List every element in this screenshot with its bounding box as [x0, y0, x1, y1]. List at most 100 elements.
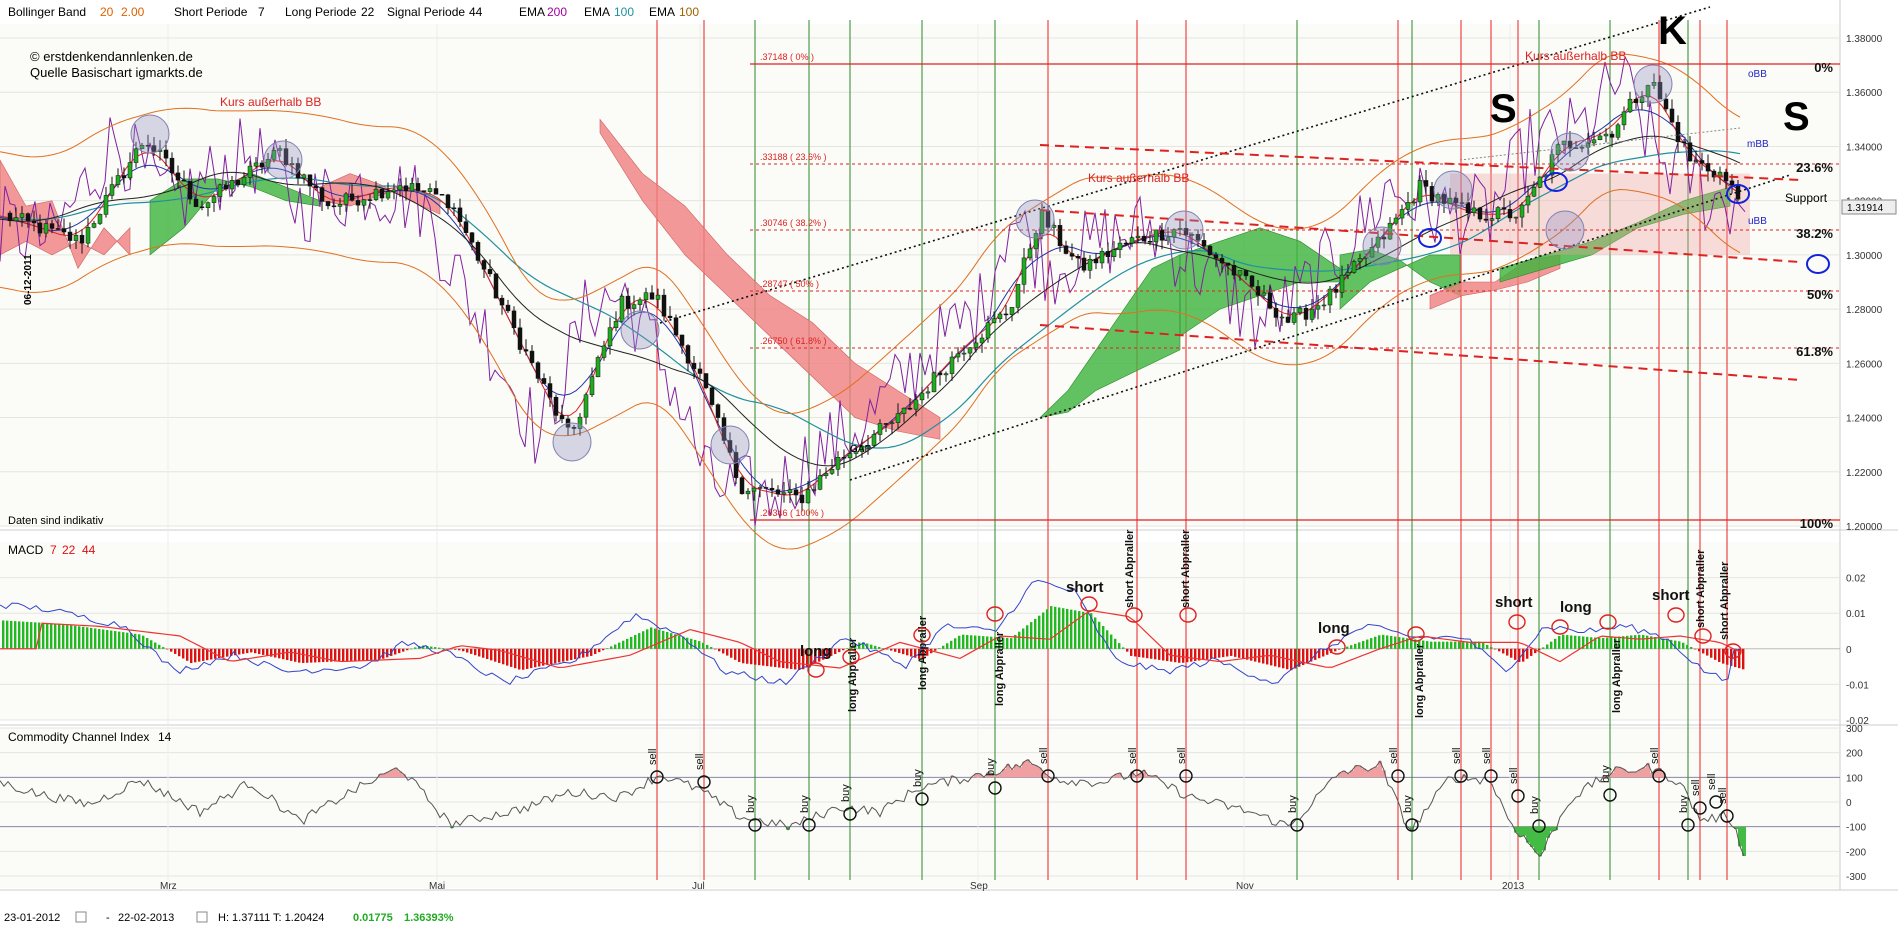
candle-down — [38, 223, 42, 233]
peak-marker — [1434, 171, 1472, 209]
price-tick-label: 1.24000 — [1846, 414, 1883, 425]
candle-up — [992, 319, 996, 323]
macd-bar-positive — [114, 631, 116, 649]
candle-down — [452, 208, 456, 209]
candle-down — [1634, 99, 1638, 103]
macd-bar-negative — [190, 649, 192, 663]
calendar-icon-from[interactable] — [76, 912, 86, 922]
header-item: 100 — [679, 5, 699, 19]
macd-bar-positive — [10, 621, 12, 649]
macd-bar-positive — [950, 641, 952, 649]
macd-bar-negative — [530, 649, 532, 668]
candle-down — [1070, 254, 1074, 257]
macd-bar-negative — [898, 649, 900, 653]
macd-bar-negative — [1230, 649, 1232, 656]
sell-label: sell — [1649, 747, 1661, 764]
macd-bar-negative — [746, 649, 748, 664]
sell-label: sell — [1508, 767, 1520, 784]
macd-bar-positive — [1578, 636, 1580, 649]
candle-down — [1304, 308, 1308, 319]
candle-up — [116, 176, 120, 185]
macd-tick-label: 0.01 — [1846, 609, 1866, 620]
fib-pct: 23.6% — [1796, 160, 1833, 175]
candle-down — [458, 208, 462, 222]
candle-down — [692, 363, 696, 369]
candle-down — [422, 191, 426, 192]
candle-up — [1346, 272, 1350, 275]
macd-bar-negative — [838, 649, 840, 652]
candle-down — [704, 373, 708, 387]
macd-bar-negative — [1254, 649, 1256, 662]
price-tick-label: 1.22000 — [1846, 468, 1883, 479]
fib-label: .33188 ( 23.6% ) — [760, 152, 827, 162]
cci-tick-label: 200 — [1846, 749, 1863, 760]
candle-up — [632, 305, 636, 309]
candle-down — [56, 228, 60, 229]
candle-down — [1232, 265, 1236, 275]
macd-bar-negative — [726, 649, 728, 656]
macd-bar-positive — [634, 635, 636, 649]
candle-down — [674, 318, 678, 335]
macd-bar-negative — [886, 649, 888, 650]
macd-bar-negative — [554, 649, 556, 663]
cci-oversold-fill — [1522, 827, 1526, 836]
macd-bar-negative — [1126, 649, 1128, 652]
candle-down — [1502, 208, 1506, 210]
macd-bar-positive — [1654, 637, 1656, 649]
macd-bar-positive — [1362, 641, 1364, 649]
macd-bar-positive — [1602, 638, 1604, 649]
macd-bar-positive — [982, 636, 984, 649]
sell-label: sell — [1690, 779, 1702, 796]
candle-up — [788, 490, 792, 493]
candle-down — [518, 328, 522, 350]
candle-down — [32, 221, 36, 223]
peak-marker — [1634, 65, 1672, 103]
candle-up — [14, 217, 18, 220]
candle-down — [716, 405, 720, 418]
macd-bar-positive — [1438, 642, 1440, 649]
candle-down — [434, 188, 438, 194]
macd-bar-positive — [630, 637, 632, 649]
macd-bar-negative — [594, 649, 596, 654]
macd-bar-negative — [738, 649, 740, 662]
candle-up — [920, 393, 924, 400]
macd-bar-negative — [334, 649, 336, 662]
macd-bar-negative — [166, 649, 168, 650]
candle-down — [182, 180, 186, 181]
macd-bar-positive — [1542, 647, 1544, 648]
calendar-icon-to[interactable] — [197, 912, 207, 922]
macd-bar-positive — [1482, 643, 1484, 649]
macd-bar-positive — [958, 636, 960, 649]
candle-up — [590, 377, 594, 395]
macd-bar-negative — [1514, 649, 1516, 660]
candle-down — [122, 176, 126, 178]
macd-bar-positive — [1082, 612, 1084, 649]
sell-label: sell — [1038, 747, 1050, 764]
chart-header: Bollinger Band202.00Short Periode7Long P… — [8, 5, 699, 19]
macd-bar-positive — [58, 624, 60, 649]
macd-bar-positive — [874, 646, 876, 649]
macd-bar-positive — [154, 643, 156, 649]
sell-label: sell — [1717, 787, 1729, 804]
macd-bar-negative — [1498, 649, 1500, 651]
macd-bar-negative — [258, 649, 260, 654]
candle-up — [1316, 306, 1320, 309]
macd-signal-label: short Abpraller — [1124, 529, 1136, 608]
candle-down — [1160, 230, 1164, 240]
header-item: 22 — [361, 5, 375, 19]
header-item: 20 — [100, 5, 114, 19]
macd-bar-positive — [82, 627, 84, 649]
macd-bar-negative — [894, 649, 896, 652]
macd-bar-negative — [198, 649, 200, 662]
cci-overbought-fill — [1366, 771, 1370, 777]
candle-down — [626, 296, 630, 308]
macd-bar-negative — [222, 649, 224, 658]
macd-bar-negative — [470, 649, 472, 654]
candle-down — [680, 335, 684, 345]
peak-marker — [131, 115, 169, 153]
macd-bar-negative — [486, 649, 488, 659]
candle-up — [74, 235, 78, 240]
candle-up — [230, 180, 234, 189]
candle-up — [998, 314, 1002, 319]
price-tick-label: 1.26000 — [1846, 359, 1883, 370]
